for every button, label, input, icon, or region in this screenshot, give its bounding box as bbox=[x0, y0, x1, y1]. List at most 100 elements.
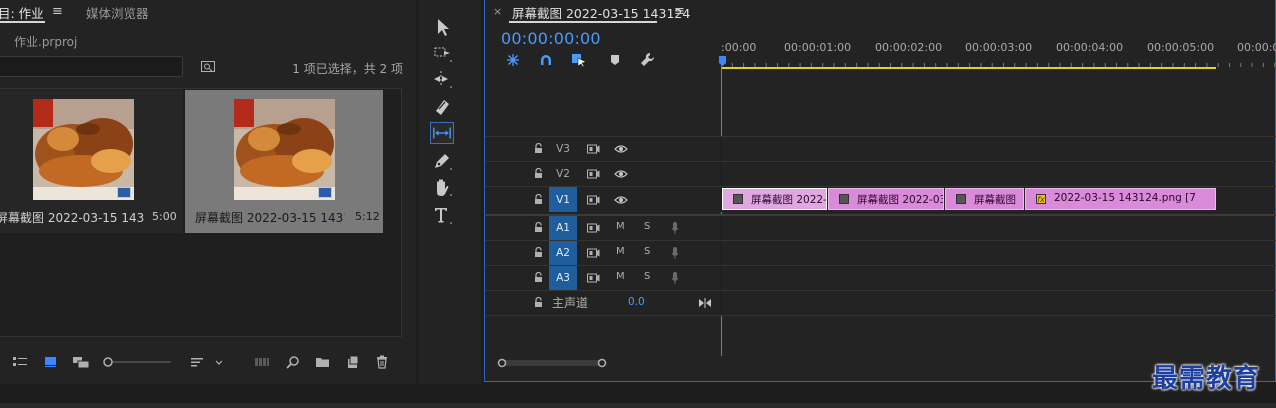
ruler-label: 00:00:03:00 bbox=[965, 41, 1033, 54]
sync-lock-icon[interactable] bbox=[587, 144, 600, 154]
eye-icon[interactable] bbox=[614, 195, 628, 205]
solo-button[interactable]: S bbox=[644, 271, 650, 282]
mute-button[interactable]: M bbox=[616, 271, 625, 282]
clip-label: 2022-03-15 143124.png [7 bbox=[1054, 192, 1196, 204]
chevron-down-icon[interactable] bbox=[214, 355, 224, 369]
search-input[interactable] bbox=[0, 56, 183, 77]
lock-icon[interactable] bbox=[534, 168, 543, 179]
master-volume-value[interactable]: 0.0 bbox=[628, 296, 645, 308]
timeline-clip[interactable]: fx 2022-03-15 143124.png [7 bbox=[1025, 188, 1216, 210]
eye-icon[interactable] bbox=[614, 144, 628, 154]
hand-tool-icon[interactable] bbox=[430, 176, 454, 198]
track-target-v3[interactable]: V3 bbox=[549, 137, 577, 161]
track-target-a3[interactable]: A3 bbox=[549, 266, 577, 290]
razor-tool-icon[interactable] bbox=[430, 96, 454, 118]
lock-icon[interactable] bbox=[534, 143, 543, 154]
project-item[interactable]: 屏幕截图 2022-03-15 1431... 5:00 bbox=[0, 90, 183, 233]
lock-icon[interactable] bbox=[534, 272, 543, 283]
sync-lock-icon[interactable] bbox=[587, 195, 600, 205]
fx-badge-icon bbox=[956, 194, 966, 204]
watermark-logo: 最需教育 bbox=[1152, 364, 1261, 394]
track-header: A2 M S bbox=[485, 241, 721, 265]
sync-lock-icon[interactable] bbox=[587, 169, 600, 179]
wrench-settings-icon[interactable] bbox=[640, 52, 655, 67]
playhead-timecode[interactable]: 00:00:00:00 bbox=[501, 29, 601, 48]
track-header: A3 M S bbox=[485, 266, 721, 290]
ruler-label: :00:00 bbox=[721, 41, 757, 54]
sort-icon[interactable] bbox=[190, 355, 204, 369]
track-header: A1 M S bbox=[485, 216, 721, 240]
track-a2: A2 M S bbox=[485, 240, 1276, 265]
slip-tool-icon[interactable] bbox=[430, 122, 454, 144]
sync-lock-icon[interactable] bbox=[587, 248, 600, 258]
image-clip-badge bbox=[318, 187, 332, 198]
item-name: 屏幕截图 2022-03-15 1431... bbox=[0, 211, 144, 225]
close-icon[interactable]: × bbox=[493, 5, 502, 18]
lock-icon[interactable] bbox=[534, 247, 543, 258]
ripple-track-tool-icon[interactable] bbox=[430, 68, 454, 90]
new-item-icon[interactable] bbox=[346, 355, 359, 369]
track-header bbox=[485, 291, 721, 315]
icon-view-icon[interactable] bbox=[45, 355, 57, 369]
track-target-v2[interactable]: V2 bbox=[549, 162, 577, 186]
fx-badge-icon bbox=[733, 194, 743, 204]
microphone-icon[interactable] bbox=[671, 221, 679, 235]
timeline-zoom-scrollbar[interactable] bbox=[497, 358, 607, 368]
timeline-clip[interactable]: 屏幕截图 2022- bbox=[722, 188, 827, 210]
item-duration: 5:00 bbox=[152, 210, 177, 223]
add-marker-icon[interactable] bbox=[609, 54, 621, 66]
ruler-label: 00:00:02:00 bbox=[875, 41, 943, 54]
track-a3: A3 M S bbox=[485, 265, 1276, 290]
clip-label: 屏幕截图 bbox=[974, 194, 1016, 206]
timeline-clip[interactable]: 屏幕截图 2022-03 bbox=[828, 188, 944, 210]
solo-button[interactable]: S bbox=[644, 221, 650, 232]
panel-menu-icon[interactable]: ≡ bbox=[52, 4, 63, 19]
find-icon[interactable] bbox=[286, 355, 300, 369]
microphone-icon[interactable] bbox=[671, 271, 679, 285]
project-item-selected[interactable]: 屏幕截图 2022-03-15 143124 5:12 bbox=[185, 90, 383, 233]
work-area-bar[interactable] bbox=[721, 67, 1216, 69]
lock-icon[interactable] bbox=[534, 297, 543, 308]
solo-button[interactable]: S bbox=[644, 246, 650, 257]
selection-tool-icon[interactable] bbox=[430, 16, 454, 38]
sequence-tab-title[interactable]: 屏幕截图 2022-03-15 143124 bbox=[512, 3, 690, 22]
status-strip bbox=[0, 403, 1276, 408]
list-view-icon[interactable] bbox=[12, 355, 28, 369]
lock-icon[interactable] bbox=[534, 222, 543, 233]
trash-icon[interactable] bbox=[376, 355, 388, 369]
timeline-clip[interactable]: 屏幕截图 bbox=[945, 188, 1024, 210]
linked-selection-icon[interactable] bbox=[571, 53, 587, 67]
new-bin-icon[interactable] bbox=[315, 355, 330, 369]
ruler-label: 00:00:05:00 bbox=[1147, 41, 1215, 54]
mute-button[interactable]: M bbox=[616, 221, 625, 232]
track-header: V2 bbox=[485, 162, 721, 186]
snap-magnet-icon[interactable] bbox=[539, 53, 553, 67]
sync-lock-icon[interactable] bbox=[587, 273, 600, 283]
eye-icon[interactable] bbox=[614, 169, 628, 179]
track-target-v1[interactable]: V1 bbox=[549, 187, 577, 212]
mute-button[interactable]: M bbox=[616, 246, 625, 257]
pen-tool-icon[interactable] bbox=[430, 150, 454, 172]
freeform-view-icon[interactable] bbox=[72, 355, 90, 369]
nest-sequence-icon[interactable] bbox=[506, 53, 520, 67]
track-select-tool-icon[interactable] bbox=[430, 42, 454, 64]
track-area: V3 V2 V1 屏幕截图 2022- 屏幕截图 2022-03 屏幕截图 fx… bbox=[485, 136, 1276, 316]
selection-info: 1 项已选择，共 2 项 bbox=[292, 62, 403, 76]
panel-menu-icon[interactable]: ≡ bbox=[674, 4, 685, 19]
microphone-icon[interactable] bbox=[671, 246, 679, 260]
sync-lock-icon[interactable] bbox=[587, 223, 600, 233]
tab-project[interactable]: 目: 作业 bbox=[0, 3, 44, 22]
project-tabs: 目: 作业 ≡ 媒体浏览器 bbox=[0, 0, 416, 24]
zoom-slider[interactable] bbox=[102, 355, 172, 369]
automate-to-sequence-icon[interactable] bbox=[254, 355, 270, 369]
type-tool-icon[interactable] bbox=[430, 204, 454, 226]
time-ruler[interactable]: :00:00 00:00:01:00 00:00:02:00 00:00:03:… bbox=[721, 36, 1276, 72]
lock-icon[interactable] bbox=[534, 193, 543, 205]
item-name: 屏幕截图 2022-03-15 143124 bbox=[195, 211, 345, 225]
tab-media-browser[interactable]: 媒体浏览器 bbox=[86, 3, 149, 22]
track-target-a2[interactable]: A2 bbox=[549, 241, 577, 265]
new-bin-from-search-icon[interactable] bbox=[201, 60, 215, 72]
ruler-label: 00:00:01:00 bbox=[784, 41, 852, 54]
track-target-a1[interactable]: A1 bbox=[549, 216, 577, 240]
go-to-in-out-icon[interactable] bbox=[699, 298, 711, 308]
